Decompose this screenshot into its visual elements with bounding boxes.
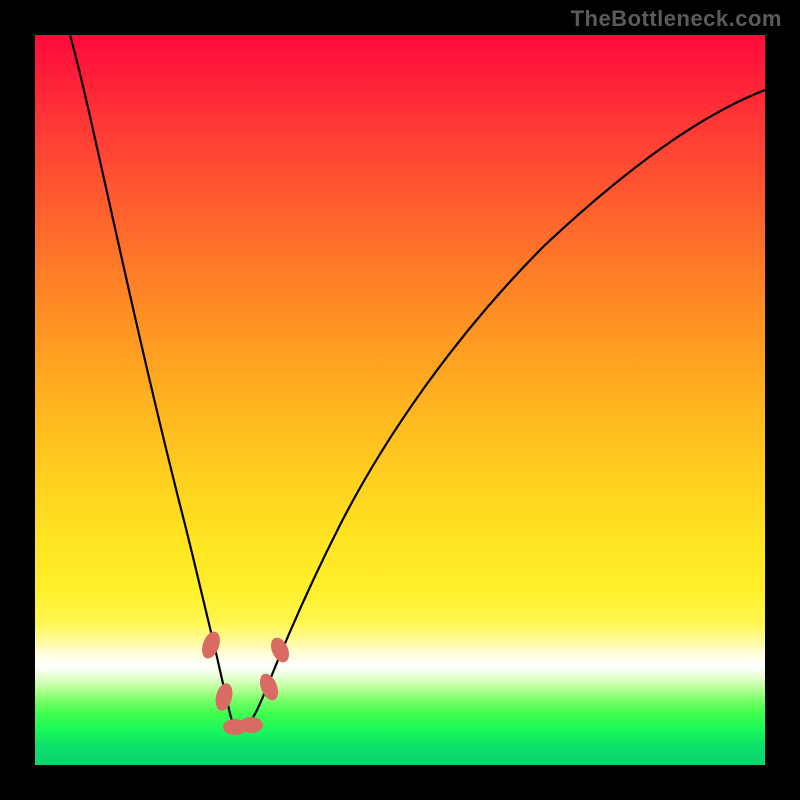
chart-plot-area <box>35 35 765 765</box>
marker-dot <box>267 635 292 665</box>
curve-svg <box>35 35 765 765</box>
watermark-label: TheBottleneck.com <box>571 6 782 32</box>
bottleneck-curve <box>70 35 765 730</box>
marker-dot <box>256 671 281 703</box>
marker-dot <box>199 629 224 661</box>
marker-dot <box>239 717 263 733</box>
marker-dot <box>213 681 235 712</box>
chart-frame: TheBottleneck.com <box>0 0 800 800</box>
